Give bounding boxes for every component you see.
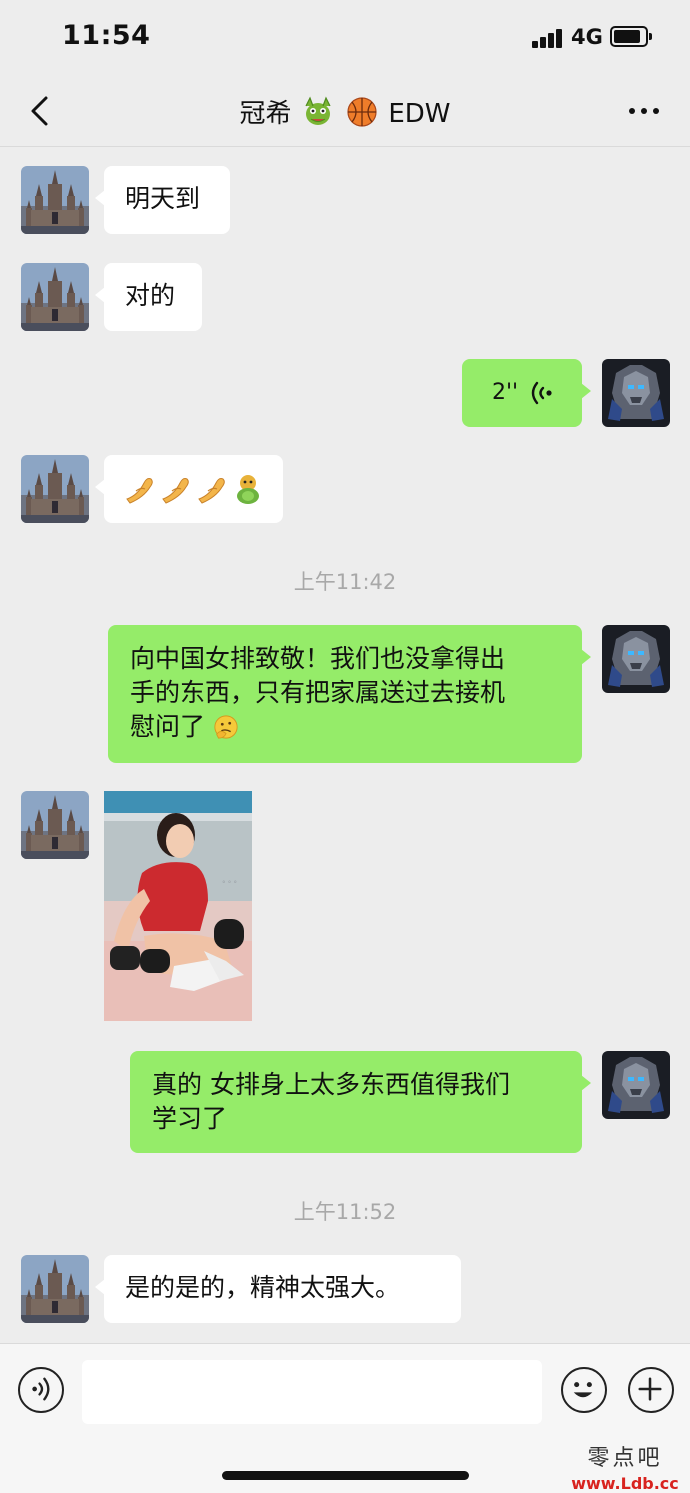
home-indicator[interactable] bbox=[222, 1471, 469, 1480]
voice-wave-icon bbox=[531, 381, 552, 405]
basketball-icon bbox=[347, 97, 377, 127]
message-list[interactable]: 明天到 对的 2'' 上午11:42 向中国女排致敬！我们也没拿得出 手的东西，… bbox=[0, 148, 690, 1343]
emoji-message-bubble[interactable] bbox=[95, 455, 283, 523]
message-text-line-last: 慰问了 bbox=[130, 710, 560, 744]
watermark-url: www.Ldb.cc bbox=[571, 1474, 679, 1493]
message-bubble[interactable]: 真的 女排身上太多东西值得我们 学习了 bbox=[130, 1051, 591, 1153]
chat-title-suffix: EDW bbox=[388, 99, 451, 129]
my-avatar[interactable] bbox=[602, 359, 670, 427]
my-avatar[interactable] bbox=[602, 1051, 670, 1119]
thinking-face-emoji-icon bbox=[214, 715, 238, 739]
chat-title: 冠希 EDW bbox=[0, 93, 690, 130]
photo-volleyball-player: ° ° ° bbox=[104, 791, 252, 1021]
contact-avatar[interactable] bbox=[21, 455, 89, 523]
watermark: 零点吧 www.Ldb.cc bbox=[560, 1440, 690, 1493]
more-options-icon[interactable] bbox=[626, 97, 662, 125]
my-avatar[interactable] bbox=[602, 625, 670, 693]
voice-duration: 2'' bbox=[492, 380, 519, 405]
message-bubble[interactable]: 是的是的，精神太强大。 bbox=[95, 1255, 461, 1323]
svg-text:° ° °: ° ° ° bbox=[222, 880, 237, 888]
voice-message-bubble[interactable]: 2'' bbox=[462, 359, 591, 427]
watermark-name: 零点吧 bbox=[587, 1446, 663, 1471]
smiley-face-icon bbox=[573, 1382, 593, 1398]
pinch-hand-emoji-icon bbox=[126, 478, 153, 504]
status-bar: 11:54 4G bbox=[0, 0, 690, 75]
message-text: 对的 bbox=[125, 281, 176, 310]
message-text: 明天到 bbox=[125, 184, 201, 213]
message-bubble[interactable]: 对的 bbox=[95, 263, 202, 331]
voice-input-icon bbox=[32, 1377, 50, 1401]
signal-icon bbox=[532, 28, 564, 48]
message-text-line: 手的东西，只有把家属送过去接机 bbox=[130, 678, 506, 707]
timestamp: 上午11:52 bbox=[293, 1200, 397, 1224]
battery-icon bbox=[610, 26, 652, 47]
voice-input-button[interactable] bbox=[18, 1367, 64, 1413]
image-message[interactable]: ° ° ° bbox=[104, 791, 252, 1021]
chat-title-name: 冠希 bbox=[239, 99, 292, 129]
network-type: 4G bbox=[571, 25, 603, 49]
message-text-line: 真的 女排身上太多东西值得我们 bbox=[152, 1070, 510, 1099]
message-bubble[interactable]: 明天到 bbox=[95, 166, 230, 234]
pinch-hand-emoji-icon bbox=[198, 478, 225, 504]
plus-icon bbox=[638, 1377, 662, 1401]
timestamp: 上午11:42 bbox=[293, 570, 397, 594]
contact-avatar[interactable] bbox=[21, 791, 89, 859]
message-text-line: 学习了 bbox=[152, 1104, 228, 1133]
message-text: 是的是的，精神太强大。 bbox=[125, 1273, 401, 1302]
contact-avatar[interactable] bbox=[21, 263, 89, 331]
message-input[interactable] bbox=[82, 1360, 542, 1424]
dragon-emoji-icon bbox=[305, 96, 331, 125]
more-actions-button[interactable] bbox=[628, 1367, 674, 1413]
message-text-line: 向中国女排致敬！我们也没拿得出 bbox=[130, 644, 506, 673]
pinch-hand-emoji-icon bbox=[162, 478, 189, 504]
contact-avatar[interactable] bbox=[21, 166, 89, 234]
emoji-button[interactable] bbox=[561, 1367, 607, 1413]
message-bubble[interactable]: 向中国女排致敬！我们也没拿得出 手的东西，只有把家属送过去接机 慰问了 bbox=[108, 625, 591, 763]
status-time: 11:54 bbox=[62, 20, 151, 51]
contact-avatar[interactable] bbox=[21, 1255, 89, 1323]
green-figure-emoji-icon bbox=[237, 475, 259, 504]
chat-header: 冠希 EDW bbox=[0, 75, 690, 147]
